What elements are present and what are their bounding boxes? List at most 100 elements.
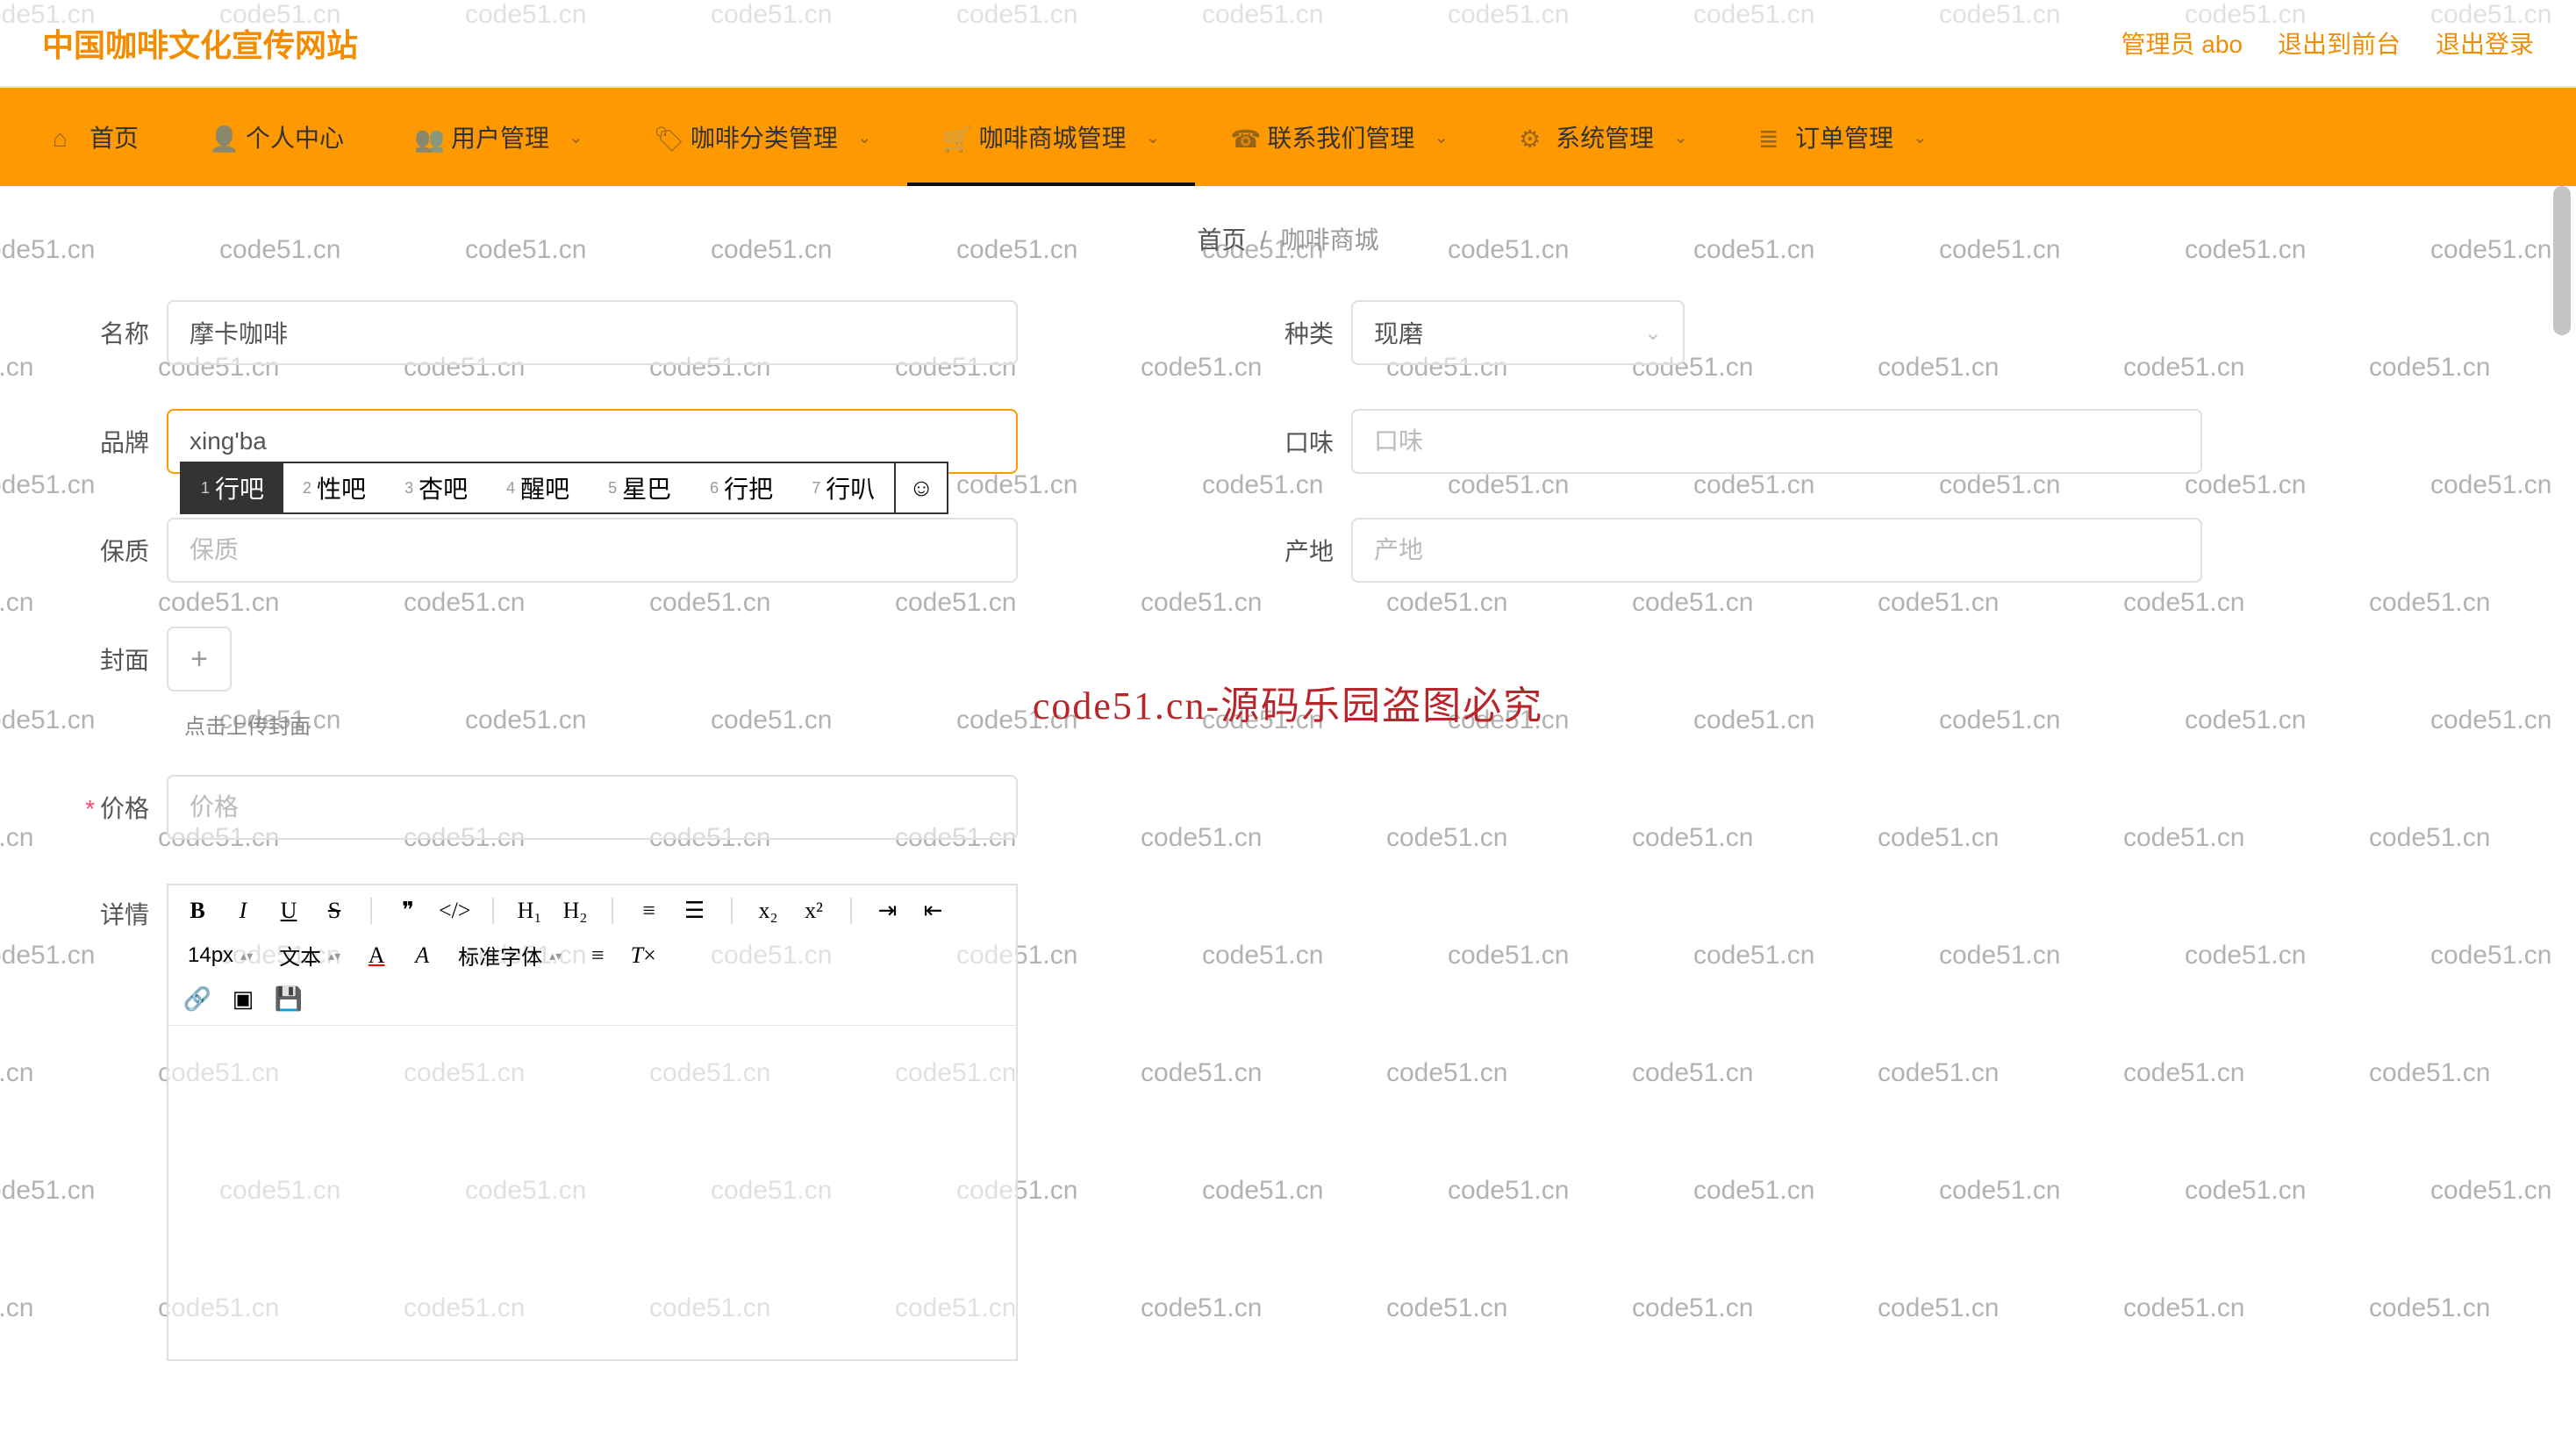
chevron-down-icon: ⌄ (1644, 320, 1662, 346)
ime-candidate[interactable]: 2性吧 (283, 463, 385, 512)
page-content: 首页 / 咖啡商城 名称 种类 现磨 ⌄ 品牌 口味 保质 (0, 186, 2576, 1440)
row-cover: 封面 + (70, 627, 2351, 691)
nav-item-user[interactable]: 👤 个人中心 (174, 88, 379, 186)
breadcrumb-sep: / (1260, 226, 1267, 254)
indent-icon[interactable]: ⇥ (873, 896, 903, 926)
input-origin[interactable] (1351, 518, 2202, 583)
label-taste: 口味 (1255, 424, 1351, 459)
h2-icon[interactable]: H₂ (561, 896, 590, 926)
row-detail: 详情 B I U S ❞ </> H₁ H₂ ≡ (70, 884, 2351, 1361)
underline-icon[interactable]: U (274, 896, 304, 926)
bg-color-icon[interactable]: A (407, 941, 437, 971)
cart-icon: 🛒 (942, 125, 967, 149)
nav-item-cart[interactable]: 🛒 咖啡商城管理 ⌄ (907, 88, 1196, 186)
text-color-icon[interactable]: A (361, 941, 391, 971)
nav-label: 用户管理 (451, 119, 549, 154)
editor-body[interactable] (168, 1026, 1016, 1359)
scroll-thumb[interactable] (2553, 186, 2571, 335)
admin-name-link[interactable]: 管理员 abo (2121, 25, 2243, 61)
site-title: 中国咖啡文化宣传网站 (42, 20, 358, 66)
upload-cover-hint: 点击上传封面 (184, 709, 2351, 740)
header-actions: 管理员 abo 退出到前台 退出登录 (2121, 25, 2534, 61)
input-taste[interactable] (1351, 409, 2202, 474)
rich-text-editor: B I U S ❞ </> H₁ H₂ ≡ ☰ x₂ (167, 884, 1018, 1361)
phone-icon: ☎ (1230, 125, 1255, 149)
font-size-select[interactable]: 14px▴▾ (182, 943, 258, 968)
ime-candidate[interactable]: 4醒吧 (487, 463, 589, 512)
outdent-icon[interactable]: ⇤ (919, 896, 948, 926)
bold-icon[interactable]: B (182, 896, 212, 926)
nav-item-phone[interactable]: ☎ 联系我们管理 ⌄ (1195, 88, 1484, 186)
ordered-list-icon[interactable]: ≡ (634, 896, 664, 926)
format-select[interactable]: 文本▴▾ (274, 940, 346, 971)
app-header: 中国咖啡文化宣传网站 管理员 abo 退出到前台 退出登录 (0, 0, 2576, 88)
strike-icon[interactable]: S (319, 896, 349, 926)
image-icon[interactable]: ▣ (228, 985, 258, 1014)
ime-candidate[interactable]: 1行吧 (182, 463, 283, 512)
clear-format-icon[interactable]: T× (628, 941, 658, 971)
font-family-select[interactable]: 标准字体▴▾ (453, 940, 567, 971)
nav-item-tag[interactable]: 🏷 咖啡分类管理 ⌄ (619, 88, 907, 186)
ime-candidate[interactable]: 3杏吧 (385, 463, 487, 512)
row-name: 名称 (70, 300, 1167, 365)
nav-item-home[interactable]: ⌂首页 (18, 88, 174, 186)
editor-toolbar: B I U S ❞ </> H₁ H₂ ≡ ☰ x₂ (168, 885, 1016, 1026)
label-name: 名称 (70, 315, 167, 350)
ime-candidate[interactable]: 6行把 (691, 463, 792, 512)
chevron-down-icon: ⌄ (569, 126, 583, 148)
list-icon: ≣ (1758, 125, 1783, 149)
exit-to-front-link[interactable]: 退出到前台 (2278, 25, 2401, 61)
nav-label: 订单管理 (1795, 119, 1893, 154)
nav-item-users[interactable]: 👥 用户管理 ⌄ (379, 88, 619, 186)
chevron-down-icon: ⌄ (1913, 126, 1928, 148)
label-brand: 品牌 (70, 424, 167, 459)
logout-link[interactable]: 退出登录 (2436, 25, 2534, 61)
align-icon[interactable]: ≡ (583, 941, 612, 971)
ime-candidate-bar: 1行吧2性吧3杏吧4醒吧5星巴6行把7行叭☺ (180, 462, 948, 514)
main-nav: ⌂首页 👤 个人中心 👥 用户管理 ⌄ 🏷 咖啡分类管理 ⌄ 🛒 咖啡商城管理 ⌄ ☎ 联系我们管理 ⌄ ⚙ 系… (0, 88, 2576, 186)
label-cover: 封面 (70, 641, 167, 677)
label-price: *价格 (70, 790, 167, 825)
input-price[interactable] (167, 775, 1018, 840)
select-type-value: 现磨 (1374, 315, 1423, 350)
nav-item-list[interactable]: ≣ 订单管理 ⌄ (1723, 88, 1963, 186)
nav-item-gear[interactable]: ⚙ 系统管理 ⌄ (1484, 88, 1723, 186)
subscript-icon[interactable]: x₂ (754, 896, 784, 926)
chevron-down-icon: ⌄ (1434, 126, 1449, 148)
row-origin: 产地 (1255, 518, 2351, 583)
label-origin: 产地 (1255, 533, 1351, 568)
nav-label: 咖啡分类管理 (691, 119, 838, 154)
input-shelf[interactable] (167, 518, 1018, 583)
user-icon: 👤 (209, 125, 233, 149)
nav-label: 系统管理 (1556, 119, 1654, 154)
chevron-down-icon: ⌄ (1673, 126, 1688, 148)
quote-icon[interactable]: ❞ (393, 896, 423, 926)
chevron-down-icon: ⌄ (1146, 126, 1161, 148)
row-taste: 口味 (1255, 409, 2351, 474)
breadcrumb-home[interactable]: 首页 (1197, 226, 1246, 254)
upload-cover-button[interactable]: + (167, 627, 232, 691)
link-icon[interactable]: 🔗 (182, 985, 212, 1014)
unordered-list-icon[interactable]: ☰ (680, 896, 710, 926)
ime-candidate[interactable]: 7行叭 (792, 463, 894, 512)
input-name[interactable] (167, 300, 1018, 365)
label-type: 种类 (1255, 315, 1351, 350)
ime-emoji-icon[interactable]: ☺ (894, 463, 947, 512)
superscript-icon[interactable]: x² (799, 896, 829, 926)
select-type[interactable]: 现磨 ⌄ (1351, 300, 1685, 365)
ime-candidate[interactable]: 5星巴 (589, 463, 691, 512)
users-icon: 👥 (414, 125, 439, 149)
nav-label: 个人中心 (246, 119, 344, 154)
tag-icon: 🏷 (654, 125, 678, 149)
row-type: 种类 现磨 ⌄ (1255, 300, 2351, 365)
h1-icon[interactable]: H₁ (515, 896, 545, 926)
italic-icon[interactable]: I (228, 896, 258, 926)
label-shelf: 保质 (70, 533, 167, 568)
nav-label: 联系我们管理 (1267, 119, 1414, 154)
save-icon[interactable]: 💾 (274, 985, 304, 1014)
vertical-scrollbar[interactable] (2550, 186, 2574, 1258)
code-icon[interactable]: </> (439, 896, 471, 926)
gear-icon: ⚙ (1519, 125, 1543, 149)
chevron-down-icon: ⌄ (857, 126, 872, 148)
nav-label: 咖啡商城管理 (979, 119, 1127, 154)
